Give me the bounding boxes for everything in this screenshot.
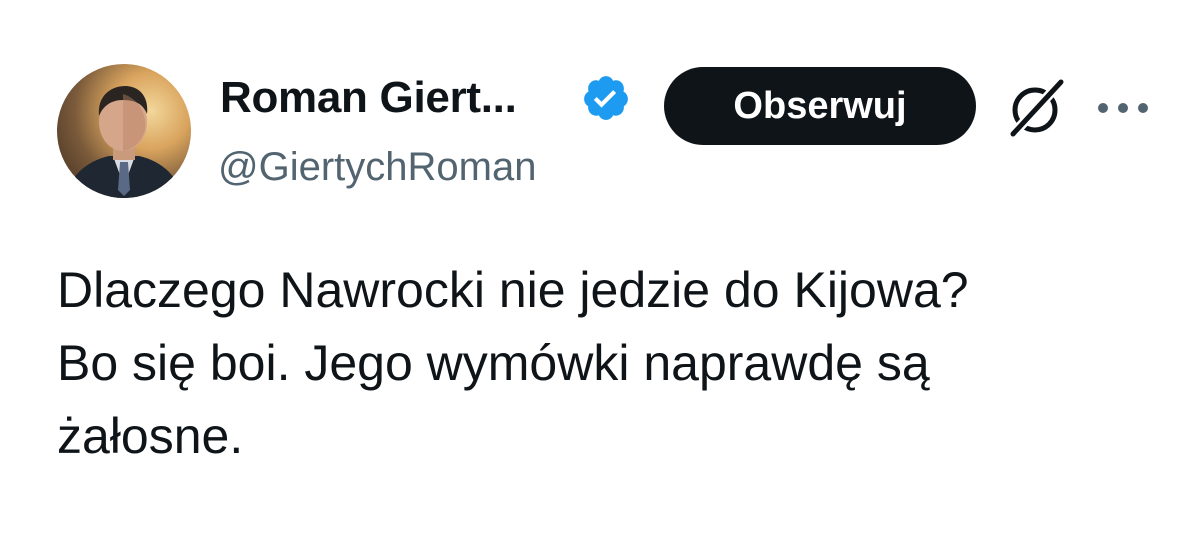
author-handle[interactable]: @GiertychRoman bbox=[218, 140, 536, 194]
more-options-icon[interactable] bbox=[1095, 93, 1151, 123]
author-display-name[interactable]: Roman Giert... bbox=[220, 70, 517, 126]
verified-badge-icon bbox=[581, 73, 631, 123]
tweet-card: Roman Giert... @GiertychRoman Obserwuj D… bbox=[0, 0, 1200, 536]
tweet-text: Dlaczego Nawrocki nie jedzie do Kijowa? … bbox=[57, 254, 1167, 473]
grok-icon[interactable] bbox=[1003, 76, 1067, 140]
tweet-text-line: żałosne. bbox=[57, 408, 244, 464]
follow-button[interactable]: Obserwuj bbox=[664, 67, 976, 145]
profile-photo bbox=[65, 86, 183, 198]
tweet-text-line: Dlaczego Nawrocki nie jedzie do Kijowa? bbox=[57, 262, 969, 318]
tweet-text-line: Bo się boi. Jego wymówki naprawdę są bbox=[57, 335, 930, 391]
author-avatar[interactable] bbox=[57, 64, 191, 198]
